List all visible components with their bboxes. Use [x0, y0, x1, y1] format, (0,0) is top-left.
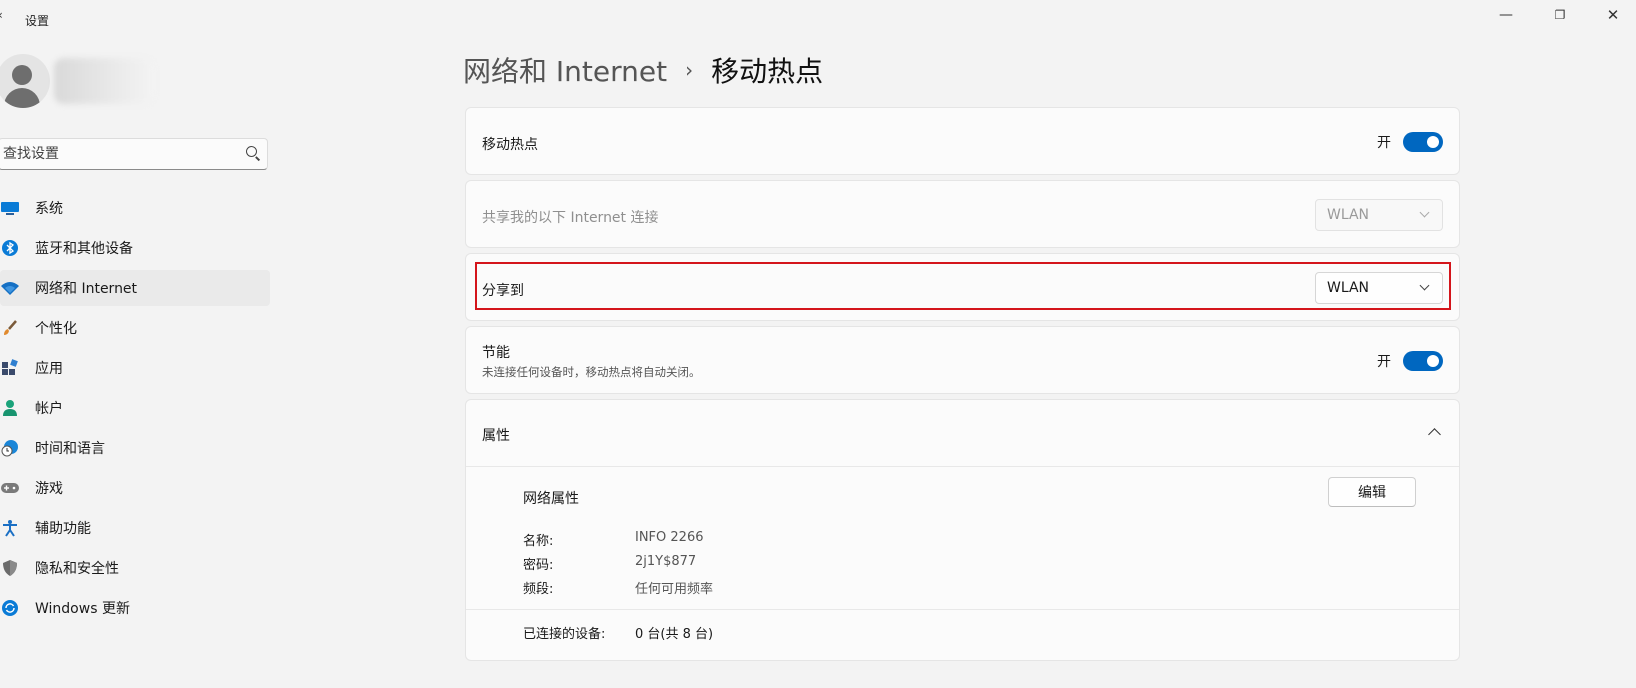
divider: [466, 466, 1459, 467]
sidebar-item-bluetooth[interactable]: 蓝牙和其他设备: [0, 230, 270, 266]
properties-card: 属性 网络属性 编辑 名称: INFO 2266 密码: 2j1Y$877 频段…: [465, 399, 1460, 661]
sidebar-item-label: 时间和语言: [35, 441, 105, 457]
properties-header[interactable]: 属性: [466, 400, 1459, 466]
property-row-band: 频段: 任何可用频率: [523, 578, 713, 597]
sidebar-item-label: 应用: [35, 361, 63, 377]
sidebar-item-privacy[interactable]: 隐私和安全性: [0, 550, 270, 586]
property-key: 频段:: [523, 582, 554, 597]
monitor-icon: [0, 199, 20, 217]
globe-clock-icon: [0, 439, 20, 457]
wifi-icon: [0, 279, 20, 297]
sidebar-nav: 系统 蓝牙和其他设备 网络和 Internet 个性化 应用 帐户 时间和语言 …: [0, 190, 270, 630]
sidebar-item-label: Windows 更新: [35, 601, 130, 617]
maximize-button[interactable]: ❐: [1537, 2, 1583, 28]
hotspot-label: 移动热点: [482, 137, 538, 153]
chevron-down-icon: [1419, 280, 1430, 291]
share-to-dropdown[interactable]: WLAN: [1315, 272, 1443, 304]
page-title: 移动热点: [711, 55, 824, 88]
accessibility-icon: [0, 519, 20, 537]
chevron-down-icon: [1419, 207, 1430, 218]
chevron-up-icon[interactable]: [1428, 428, 1441, 441]
avatar-body: [4, 88, 40, 108]
sidebar-item-gaming[interactable]: 游戏: [0, 470, 270, 506]
account-icon: [0, 399, 20, 417]
connected-devices-row: 已连接的设备: 0 台(共 8 台): [523, 623, 713, 642]
sidebar-item-label: 帐户: [35, 401, 63, 417]
property-row-password: 密码: 2j1Y$877: [523, 554, 696, 573]
sidebar-item-label: 系统: [35, 201, 63, 217]
search-input[interactable]: [3, 139, 233, 169]
sidebar-item-system[interactable]: 系统: [0, 190, 270, 226]
share-from-card: 共享我的以下 Internet 连接 WLAN: [465, 180, 1460, 248]
properties-label: 属性: [482, 428, 510, 444]
sidebar-item-windows-update[interactable]: Windows 更新: [0, 590, 270, 626]
sidebar-item-label: 蓝牙和其他设备: [35, 241, 133, 257]
back-arrow-icon[interactable]: ‹: [0, 8, 3, 22]
share-from-dropdown[interactable]: WLAN: [1315, 199, 1443, 231]
sidebar-item-label: 网络和 Internet: [35, 281, 138, 297]
power-saving-toggle[interactable]: [1403, 351, 1443, 371]
property-key: 名称:: [523, 534, 554, 549]
property-value: 2j1Y$877: [635, 554, 697, 569]
sidebar-item-label: 个性化: [35, 321, 77, 337]
search-box: [0, 138, 268, 170]
sidebar-item-accounts[interactable]: 帐户: [0, 390, 270, 426]
connected-devices-value: 0 台(共 8 台): [635, 627, 714, 642]
power-saving-toggle-state: 开: [1377, 354, 1391, 370]
minimize-button[interactable]: —: [1483, 2, 1529, 28]
bluetooth-icon: [0, 239, 20, 257]
shield-icon: [0, 559, 20, 577]
hotspot-card: 移动热点 开: [465, 107, 1460, 175]
power-saving-description: 未连接任何设备时，移动热点将自动关闭。: [482, 365, 701, 379]
breadcrumb: 网络和 Internet › 移动热点: [463, 50, 823, 90]
property-key: 密码:: [523, 558, 554, 573]
update-icon: [0, 599, 20, 617]
sidebar-item-personalization[interactable]: 个性化: [0, 310, 270, 346]
property-row-name: 名称: INFO 2266: [523, 530, 704, 549]
property-value: INFO 2266: [635, 530, 704, 545]
divider: [466, 609, 1459, 610]
avatar[interactable]: [0, 54, 50, 108]
user-name-blurred: [54, 58, 154, 104]
network-properties-title: 网络属性: [523, 491, 579, 507]
sidebar-item-apps[interactable]: 应用: [0, 350, 270, 386]
sidebar-item-label: 游戏: [35, 481, 63, 497]
brush-icon: [0, 319, 20, 337]
share-to-value: WLAN: [1327, 280, 1370, 296]
power-saving-toggle-group: 开: [1377, 351, 1443, 371]
breadcrumb-chevron-icon: ›: [685, 58, 694, 82]
power-saving-label: 节能: [482, 345, 510, 361]
avatar-head: [12, 65, 32, 85]
share-to-card: 分享到 WLAN: [465, 253, 1460, 321]
hotspot-toggle-group: 开: [1377, 132, 1443, 152]
share-to-label: 分享到: [482, 283, 524, 299]
hotspot-toggle[interactable]: [1403, 132, 1443, 152]
edit-button[interactable]: 编辑: [1328, 477, 1416, 507]
close-button[interactable]: ✕: [1590, 2, 1636, 28]
share-from-value: WLAN: [1327, 207, 1370, 223]
apps-icon: [0, 359, 20, 377]
power-saving-card: 节能 未连接任何设备时，移动热点将自动关闭。 开: [465, 326, 1460, 394]
gamepad-icon: [0, 479, 20, 497]
app-title: 设置: [25, 14, 50, 28]
sidebar-item-label: 隐私和安全性: [35, 561, 119, 577]
property-value: 任何可用频率: [635, 582, 714, 597]
breadcrumb-parent-link[interactable]: 网络和 Internet: [463, 50, 667, 90]
sidebar-item-accessibility[interactable]: 辅助功能: [0, 510, 270, 546]
title-bar: ‹ 设置 — ❐ ✕: [0, 0, 1636, 38]
search-icon[interactable]: [246, 146, 257, 157]
share-from-label: 共享我的以下 Internet 连接: [482, 210, 659, 226]
sidebar-item-time-language[interactable]: 时间和语言: [0, 430, 270, 466]
sidebar-item-label: 辅助功能: [35, 521, 91, 537]
sidebar-item-network[interactable]: 网络和 Internet: [0, 270, 270, 306]
connected-devices-key: 已连接的设备:: [523, 627, 606, 642]
hotspot-toggle-state: 开: [1377, 135, 1391, 151]
